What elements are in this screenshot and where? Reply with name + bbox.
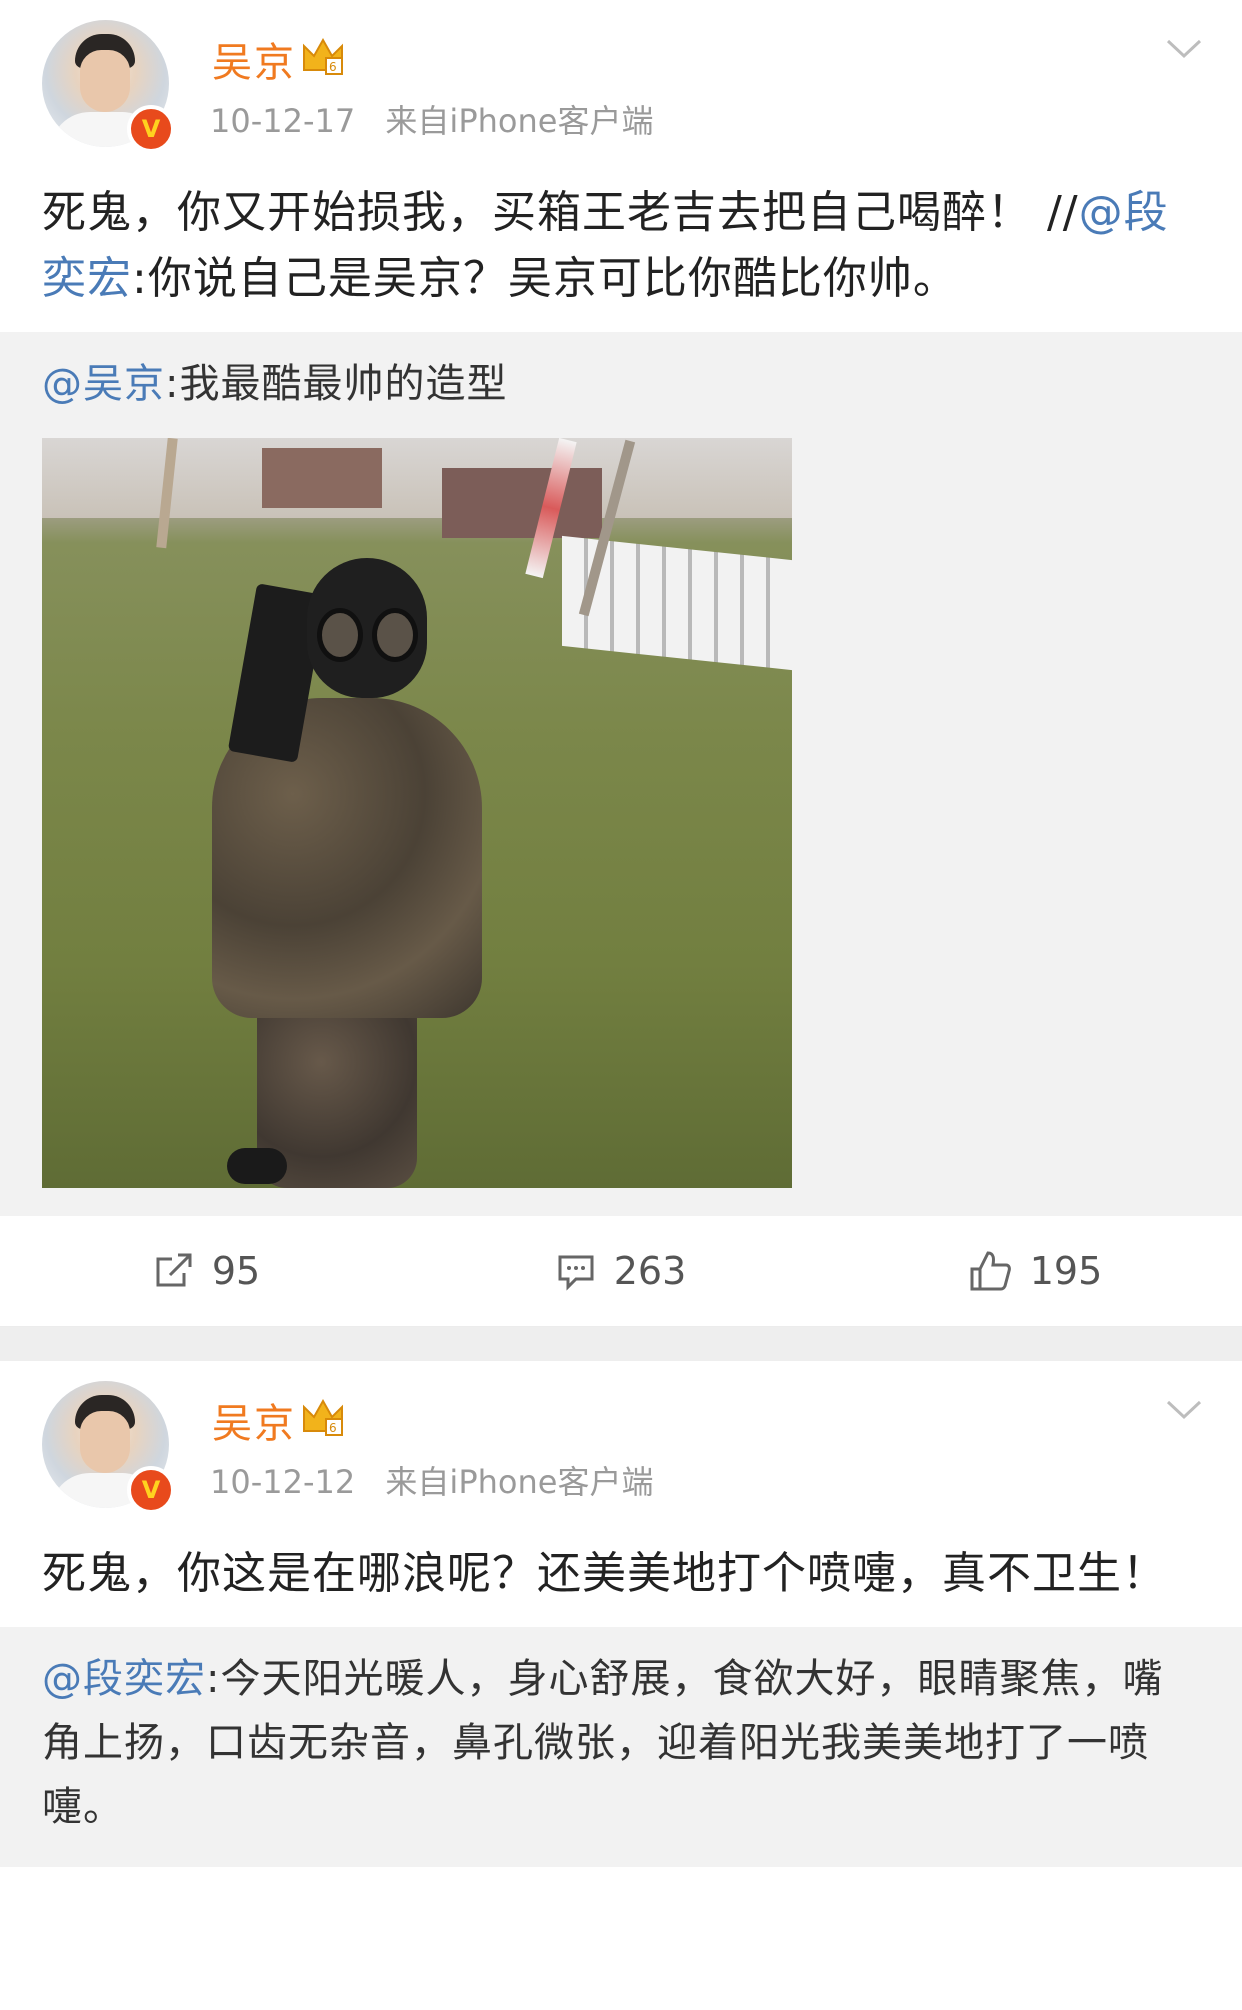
chevron-down-icon[interactable] bbox=[1166, 38, 1202, 60]
username[interactable]: 吴京 bbox=[212, 30, 296, 88]
repost-block[interactable]: @段奕宏:今天阳光暖人，身心舒展，食欲大好，眼睛聚焦，嘴角上扬，口齿无杂音，鼻孔… bbox=[0, 1627, 1242, 1867]
username[interactable]: 吴京 bbox=[212, 1391, 296, 1449]
crown-vip-icon: 6 bbox=[303, 37, 343, 75]
repost-icon bbox=[156, 1253, 192, 1287]
post-time: 10-12-12 bbox=[210, 1463, 356, 1501]
post-source: 来自iPhone客户端 bbox=[385, 102, 654, 140]
post-source: 来自iPhone客户端 bbox=[385, 1463, 654, 1501]
weibo-post-2: V 吴京 6 10-12-12 来自iPhone客户端 死鬼，你这是在哪浪呢？还… bbox=[0, 1361, 1242, 1867]
crown-vip-icon: 6 bbox=[303, 1398, 343, 1436]
verified-badge: V bbox=[127, 105, 175, 153]
post-header: V 吴京 6 10-12-12 来自iPhone客户端 bbox=[0, 1361, 1242, 1521]
comment-icon bbox=[558, 1255, 594, 1291]
post-content: 死鬼，你又开始损我，买箱王老吉去把自己喝醉！ //@段奕宏:你说自己是吴京？吴京… bbox=[0, 160, 1242, 332]
like-count: 195 bbox=[1029, 1249, 1103, 1293]
avatar[interactable]: V bbox=[42, 1381, 175, 1514]
post-meta: 10-12-17 来自iPhone客户端 bbox=[210, 96, 653, 142]
repost-text: :我最酷最帅的造型 bbox=[165, 361, 508, 407]
photo-building bbox=[442, 468, 602, 538]
repost-text-line: @段奕宏:今天阳光暖人，身心舒展，食欲大好，眼睛聚焦，嘴角上扬，口齿无杂音，鼻孔… bbox=[42, 1647, 1200, 1839]
svg-text:6: 6 bbox=[329, 60, 337, 74]
post-meta: 10-12-12 来自iPhone客户端 bbox=[210, 1457, 653, 1503]
repost-text-line: @吴京:我最酷最帅的造型 bbox=[42, 352, 1200, 416]
post-separator bbox=[0, 1327, 1242, 1361]
photo-building bbox=[262, 448, 382, 508]
post-text-continued: :你说自己是吴京？吴京可比你酷比你帅。 bbox=[132, 253, 958, 304]
post-text: 死鬼，你又开始损我，买箱王老吉去把自己喝醉！ // bbox=[42, 187, 1079, 238]
svg-text:6: 6 bbox=[329, 1421, 337, 1435]
repost-count: 95 bbox=[211, 1249, 261, 1293]
comment-count: 263 bbox=[613, 1249, 687, 1293]
repost-photo[interactable] bbox=[42, 438, 792, 1188]
verified-badge: V bbox=[127, 1466, 175, 1514]
chevron-down-icon[interactable] bbox=[1166, 1399, 1202, 1421]
comment-button[interactable]: 263 bbox=[414, 1249, 828, 1293]
avatar-face bbox=[80, 1411, 130, 1473]
photo-sky bbox=[42, 438, 792, 518]
post-content: 死鬼，你这是在哪浪呢？还美美地打个喷嚏，真不卫生！ bbox=[0, 1521, 1242, 1627]
repost-mention-link[interactable]: @段奕宏 bbox=[42, 1656, 206, 1702]
photo-boot bbox=[227, 1148, 287, 1184]
post-time: 10-12-17 bbox=[210, 102, 356, 140]
weibo-post-1: V 吴京 6 10-12-17 来自iPhone客户端 死鬼，你又开始损我，买箱… bbox=[0, 0, 1242, 1327]
photo-mask-lens bbox=[372, 608, 418, 662]
like-icon bbox=[970, 1251, 1011, 1291]
repost-block[interactable]: @吴京:我最酷最帅的造型 bbox=[0, 332, 1242, 1216]
repost-button[interactable]: 95 bbox=[0, 1249, 414, 1293]
post-header: V 吴京 6 10-12-17 来自iPhone客户端 bbox=[0, 0, 1242, 160]
post-text: 死鬼，你这是在哪浪呢？还美美地打个喷嚏，真不卫生！ bbox=[42, 1548, 1167, 1599]
avatar-face bbox=[80, 50, 130, 112]
like-button[interactable]: 195 bbox=[828, 1249, 1242, 1293]
avatar[interactable]: V bbox=[42, 20, 175, 153]
action-bar: 95 263 195 bbox=[0, 1216, 1242, 1327]
photo-mask-lens bbox=[317, 608, 363, 662]
repost-mention-link[interactable]: @吴京 bbox=[42, 361, 165, 407]
repost-text: :今天阳光暖人，身心舒展，食欲大好，眼睛聚焦，嘴角上扬，口齿无杂音，鼻孔微张，迎… bbox=[42, 1656, 1164, 1830]
